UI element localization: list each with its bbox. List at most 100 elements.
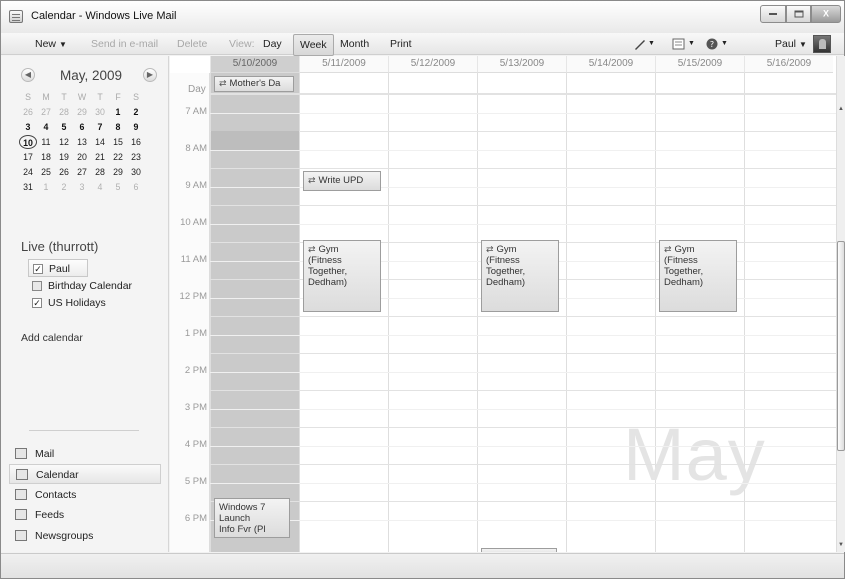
pen-icon[interactable] <box>633 38 647 50</box>
mini-calendar-day[interactable]: 14 <box>91 135 109 149</box>
chevron-down-icon[interactable]: ▼ <box>648 40 655 47</box>
new-button[interactable]: New ▼ <box>35 38 67 50</box>
chevron-down-icon[interactable]: ▼ <box>688 40 695 47</box>
nav-item-calendar[interactable]: Calendar <box>9 464 161 484</box>
mini-calendar-day[interactable]: 1 <box>37 180 55 194</box>
event-gym[interactable]: ⇄ Gym (Fitness Together, Dedham) <box>659 240 737 312</box>
mini-calendar-day[interactable]: 25 <box>37 165 55 179</box>
nav-item-newsgroups[interactable]: Newsgroups <box>9 526 161 546</box>
mini-calendar-day[interactable]: 4 <box>37 120 55 134</box>
mini-calendar-day[interactable]: 16 <box>127 135 145 149</box>
delete-button[interactable]: Delete <box>177 38 207 50</box>
mini-calendar-day[interactable]: 12 <box>55 135 73 149</box>
mini-calendar-day[interactable]: 24 <box>19 165 37 179</box>
mini-calendar-day[interactable]: 5 <box>55 120 73 134</box>
time-label: 9 AM <box>185 180 207 191</box>
event-gym[interactable]: ⇄ Gym (Fitness Together, Dedham) <box>303 240 381 312</box>
nav-item-mail[interactable]: Mail <box>9 444 161 464</box>
mini-calendar-day[interactable]: 30 <box>127 165 145 179</box>
event-windows-7-launch[interactable]: Windows 7 Launch Info Fvr (Pl <box>214 498 290 538</box>
mini-calendar-day[interactable]: 26 <box>19 105 37 119</box>
day-view-button[interactable]: Day <box>263 38 282 50</box>
event-partial[interactable] <box>481 548 557 552</box>
hour-line <box>210 316 836 317</box>
send-in-email-button[interactable]: Send in e-mail <box>91 38 158 50</box>
maximize-button[interactable] <box>786 5 811 23</box>
mini-calendar-day[interactable]: 6 <box>127 180 145 194</box>
event-write-upd[interactable]: ⇄ Write UPD <box>303 171 381 191</box>
day-column[interactable] <box>388 73 477 552</box>
mini-calendar-day[interactable]: 11 <box>37 135 55 149</box>
scrollbar-thumb[interactable] <box>837 241 845 451</box>
mini-calendar-day[interactable]: 30 <box>91 105 109 119</box>
mini-calendar-day[interactable]: 2 <box>127 105 145 119</box>
mini-calendar-day[interactable]: 5 <box>109 180 127 194</box>
scroll-up-icon[interactable]: ▲ <box>838 106 844 112</box>
mini-calendar-day[interactable]: 4 <box>91 180 109 194</box>
mini-calendar-day[interactable]: 17 <box>19 150 37 164</box>
nav-item-feeds[interactable]: Feeds <box>9 505 161 525</box>
event-gym[interactable]: ⇄ Gym (Fitness Together, Dedham) <box>481 240 559 312</box>
mini-calendar-day[interactable]: 18 <box>37 150 55 164</box>
day-column[interactable] <box>299 73 388 552</box>
day-header[interactable]: 5/16/2009 <box>744 56 833 73</box>
nav-item-contacts[interactable]: Contacts <box>9 485 161 505</box>
mini-calendar-day[interactable]: 27 <box>73 165 91 179</box>
day-header[interactable]: 5/13/2009 <box>477 56 566 73</box>
week-view-button[interactable]: Week <box>293 34 334 56</box>
day-column[interactable] <box>477 73 566 552</box>
close-button[interactable]: X <box>811 5 841 23</box>
event-mothers-day[interactable]: ⇄ Mother's Da <box>214 76 294 92</box>
day-header[interactable]: 5/12/2009 <box>388 56 477 73</box>
reading-pane-icon[interactable] <box>672 38 686 50</box>
mini-calendar-day[interactable]: 21 <box>91 150 109 164</box>
mini-calendar-day[interactable]: 2 <box>55 180 73 194</box>
day-header[interactable]: 5/11/2009 <box>299 56 388 73</box>
mini-calendar-day[interactable]: 27 <box>37 105 55 119</box>
calendar-item[interactable]: ✓ US Holidays <box>28 294 163 312</box>
mini-calendar-day[interactable]: 8 <box>109 120 127 134</box>
day-header[interactable]: 5/10/2009 <box>210 56 299 73</box>
checkbox-checked-icon[interactable]: ✓ <box>32 298 42 308</box>
minimize-button[interactable] <box>760 5 786 23</box>
previous-month-button[interactable]: ◀ <box>21 68 35 82</box>
mini-calendar-today[interactable]: 10 <box>19 135 37 149</box>
next-month-button[interactable]: ▶ <box>143 68 157 82</box>
print-button[interactable]: Print <box>390 38 412 50</box>
mini-calendar-day[interactable]: 1 <box>109 105 127 119</box>
mini-calendar-day[interactable]: 28 <box>91 165 109 179</box>
user-menu-button[interactable]: Paul ▼ <box>775 38 807 50</box>
add-calendar-link[interactable]: Add calendar <box>21 332 83 344</box>
mini-calendar-day[interactable]: 28 <box>55 105 73 119</box>
account-name[interactable]: Live (thurrott) <box>21 239 98 254</box>
mini-calendar-day[interactable]: 20 <box>73 150 91 164</box>
mini-calendar-day[interactable]: 7 <box>91 120 109 134</box>
mini-calendar-day[interactable]: 19 <box>55 150 73 164</box>
vertical-scrollbar[interactable]: ▲ ▼ <box>836 56 845 552</box>
mini-calendar-day[interactable]: 29 <box>109 165 127 179</box>
scroll-down-icon[interactable]: ▼ <box>838 542 844 548</box>
help-icon[interactable]: ? <box>705 38 719 50</box>
calendar-item[interactable]: Birthday Calendar <box>28 277 163 295</box>
user-avatar[interactable] <box>813 35 831 53</box>
time-label: 7 AM <box>185 106 207 117</box>
mini-calendar-day[interactable]: 9 <box>127 120 145 134</box>
mini-calendar-day[interactable]: 29 <box>73 105 91 119</box>
mini-calendar-day[interactable]: 22 <box>109 150 127 164</box>
month-view-button[interactable]: Month <box>340 38 369 50</box>
mini-calendar-day[interactable]: 31 <box>19 180 37 194</box>
mini-calendar-day[interactable]: 15 <box>109 135 127 149</box>
day-header[interactable]: 5/14/2009 <box>566 56 655 73</box>
day-header[interactable]: 5/15/2009 <box>655 56 744 73</box>
mini-calendar-day[interactable]: 6 <box>73 120 91 134</box>
mini-calendar-day[interactable]: 3 <box>73 180 91 194</box>
mini-calendar-day[interactable]: 3 <box>19 120 37 134</box>
mini-calendar-day[interactable]: 23 <box>127 150 145 164</box>
checkbox-checked-icon[interactable]: ✓ <box>33 264 43 274</box>
calendar-item[interactable]: ✓ Paul <box>28 259 88 277</box>
selected-time-slot[interactable] <box>211 131 299 150</box>
checkbox-unchecked-icon[interactable] <box>32 281 42 291</box>
mini-calendar-day[interactable]: 26 <box>55 165 73 179</box>
mini-calendar-day[interactable]: 13 <box>73 135 91 149</box>
chevron-down-icon[interactable]: ▼ <box>721 40 728 47</box>
